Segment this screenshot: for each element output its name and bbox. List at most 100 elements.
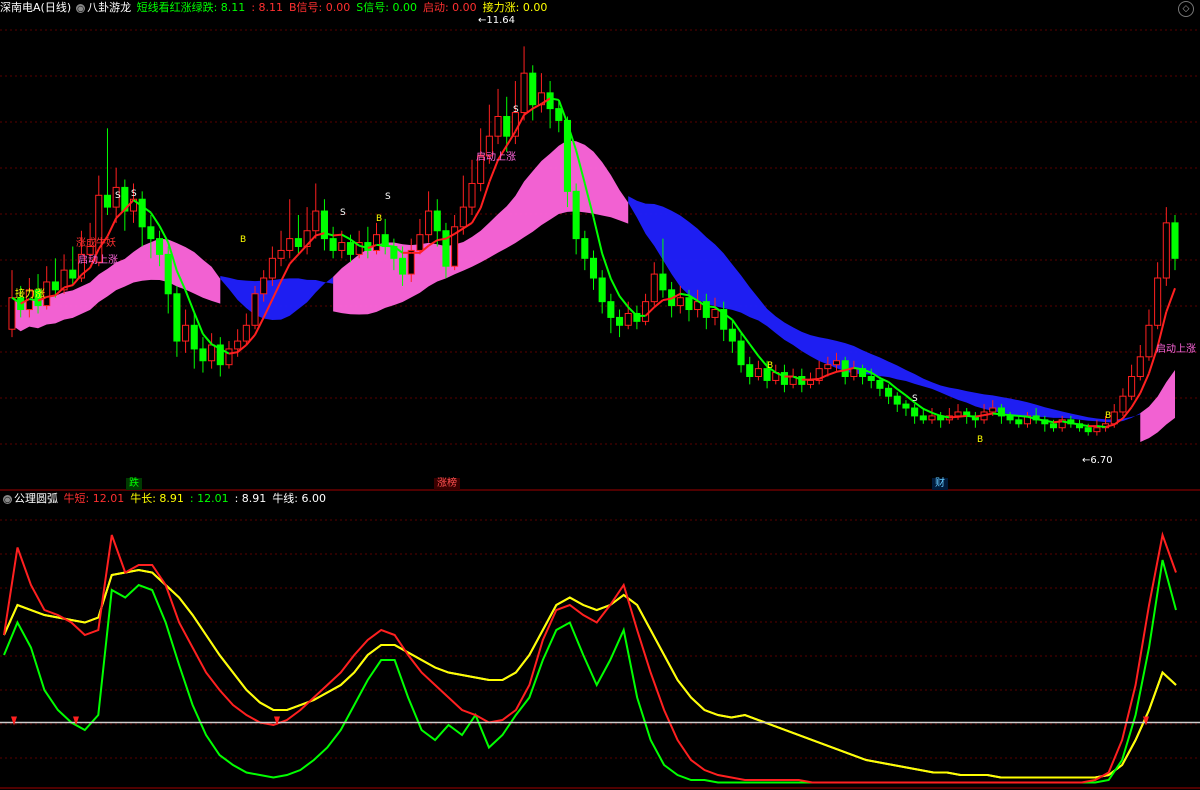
candle-body xyxy=(1162,222,1170,279)
candle-body xyxy=(1049,423,1058,429)
candle-body xyxy=(173,293,181,342)
trend-line-segment xyxy=(896,388,907,397)
trend-line-segment xyxy=(757,355,768,367)
main-indicator-name[interactable]: 八卦游龙 xyxy=(87,1,131,14)
main-header-value-0: 短线看红涨绿跌: 8.11 xyxy=(136,1,246,14)
candle-body xyxy=(260,277,268,295)
candle-body xyxy=(251,293,259,326)
trend-line-segment xyxy=(150,212,161,227)
candle-body xyxy=(876,379,884,389)
candle-body xyxy=(51,281,59,291)
candle-body xyxy=(494,115,502,137)
toggle-icon[interactable]: ◇ xyxy=(1178,1,1194,17)
candle-body xyxy=(572,190,580,240)
candle-body xyxy=(372,234,381,251)
candle-body xyxy=(642,301,650,322)
candle-body xyxy=(425,210,433,236)
trend-line-segment xyxy=(1001,413,1011,417)
candle-body xyxy=(581,238,589,259)
sub-indicator-name[interactable]: 公理圆弧 xyxy=(14,492,58,505)
main-header-value-5: 接力涨: 0.00 xyxy=(482,1,548,14)
trend-line-segment xyxy=(827,370,837,376)
candle-body xyxy=(242,324,250,342)
candle-body xyxy=(225,348,233,366)
candle-body xyxy=(416,234,424,251)
candle-body xyxy=(8,297,16,330)
sub-header-value-4: 牛线: 6.00 xyxy=(272,492,327,505)
settings-dot-icon[interactable]: ○ xyxy=(76,3,86,13)
stock-title[interactable]: 深南电A(日线) xyxy=(0,1,71,14)
trend-line-segment xyxy=(1096,425,1106,428)
main-header-value-2: B信号: 0.00 xyxy=(289,1,351,14)
signal-mark-S: S xyxy=(115,191,121,201)
candle-body xyxy=(1171,222,1179,259)
candle-body xyxy=(234,340,242,350)
trend-line-segment xyxy=(748,343,760,357)
annotation-0: 涨成牛妖 xyxy=(76,236,116,249)
candle-body xyxy=(1145,324,1153,358)
candle-body xyxy=(503,115,511,137)
candle-body xyxy=(69,269,77,279)
annotation-1: 启动上涨 xyxy=(78,253,118,266)
candle-body xyxy=(329,238,337,251)
trend-line-segment xyxy=(115,208,126,219)
candle-body xyxy=(147,226,155,240)
sub-series-line-3 xyxy=(3,568,1177,779)
high-price-marker: ←11.64 xyxy=(478,15,516,26)
candle-body xyxy=(780,372,788,385)
low-price-marker: ←6.70 xyxy=(1082,455,1113,466)
candle-body xyxy=(624,312,632,326)
high-price-value: 11.64 xyxy=(486,15,516,26)
blue-band xyxy=(220,276,334,320)
candle-body xyxy=(806,379,815,385)
candle-body xyxy=(850,368,858,378)
trend-line-segment xyxy=(106,217,118,237)
candle-body xyxy=(294,238,302,248)
annotation-4: 启动上涨 xyxy=(1156,342,1196,355)
candle-body xyxy=(468,182,476,208)
candle-body xyxy=(954,411,962,417)
candle-body xyxy=(459,206,467,228)
candle-body xyxy=(885,387,893,397)
trend-line-segment xyxy=(1165,287,1176,313)
trend-line-segment xyxy=(1053,420,1063,424)
candle-body xyxy=(286,238,294,251)
trend-line-segment xyxy=(1010,414,1019,417)
main-header-value-4: 启动: 0.00 xyxy=(422,1,477,14)
candle-body xyxy=(659,273,667,291)
trend-line-segment xyxy=(488,159,499,183)
trend-line-segment xyxy=(706,305,716,309)
chart-canvas: 涨成牛妖启动上涨接力涨启动上涨启动上涨SBSSBSSBBSB xyxy=(0,29,1200,789)
trend-line-segment xyxy=(957,414,967,418)
candle-body xyxy=(208,344,216,362)
candle-body xyxy=(1015,419,1023,425)
candle-body xyxy=(1006,415,1014,421)
trend-line-segment xyxy=(385,244,394,248)
candle-body xyxy=(103,194,112,208)
candle-body xyxy=(277,249,285,259)
trend-line-segment xyxy=(601,253,612,280)
candle-body xyxy=(911,407,919,417)
candle-body xyxy=(832,360,841,366)
annotation-2: 接力涨 xyxy=(15,287,45,300)
settings-dot-icon[interactable]: ○ xyxy=(3,494,12,504)
trend-line-segment xyxy=(341,233,351,241)
trend-line-segment xyxy=(471,207,482,224)
candle-body xyxy=(1136,356,1144,378)
annotation-3: 启动上涨 xyxy=(476,150,516,163)
main-header-values: 短线看红涨绿跌: 8.11: 8.11 B信号: 0.00 S信号: 0.00 启动:… xyxy=(137,1,554,14)
candle-body xyxy=(615,316,624,326)
candle-body xyxy=(598,277,606,303)
candle-body xyxy=(893,395,901,405)
low-price-value: 6.70 xyxy=(1090,455,1113,466)
candle-body xyxy=(928,415,936,421)
candle-body xyxy=(650,273,658,303)
trend-line-segment xyxy=(376,243,386,247)
candle-body xyxy=(676,297,684,307)
candle-body xyxy=(1154,277,1162,326)
candle-body xyxy=(989,407,997,413)
candle-body xyxy=(728,328,736,342)
candle-body xyxy=(555,108,563,121)
candle-body xyxy=(1093,427,1101,433)
candle-body xyxy=(182,324,190,342)
